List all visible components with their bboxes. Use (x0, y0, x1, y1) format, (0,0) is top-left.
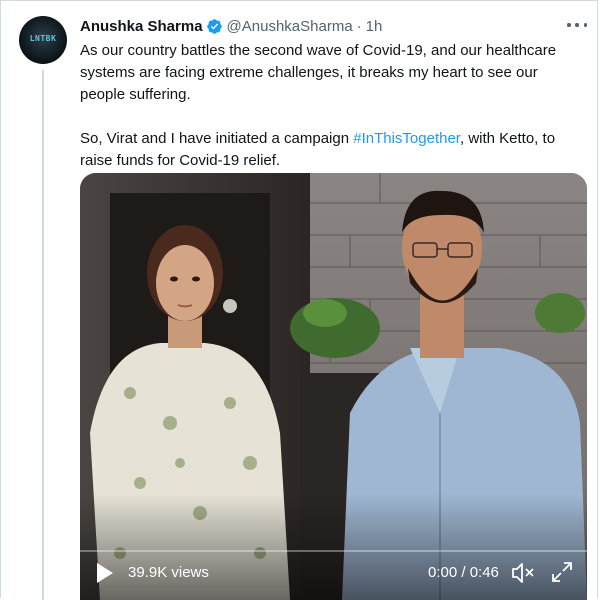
video-controls: 39.9K views 0:00 / 0:46 (80, 550, 587, 600)
video-player[interactable]: 39.9K views 0:00 / 0:46 (80, 173, 587, 600)
more-dot (567, 23, 571, 27)
view-count: 39.9K views (128, 564, 209, 581)
more-dot (575, 23, 579, 27)
avatar-text: LNTBK (29, 34, 57, 43)
hashtag-link[interactable]: #InThisTogether (353, 130, 460, 147)
timestamp[interactable]: 1h (366, 18, 383, 35)
more-dot (583, 23, 587, 27)
video-progress-bar[interactable] (80, 550, 587, 552)
tweet-paragraph-1: As our country battles the second wave o… (80, 42, 557, 103)
video-timecode: 0:00 / 0:46 (428, 564, 499, 581)
avatar[interactable]: LNTBK (19, 16, 67, 64)
play-icon[interactable] (96, 562, 114, 584)
tweet-header: Anushka Sharma @AnushkaSharma · 1h (80, 16, 382, 36)
paragraph-2-lead: So, Virat and I have initiated a campaig… (80, 130, 354, 147)
tweet-text: As our country battles the second wave o… (80, 40, 585, 172)
verified-badge-icon (206, 18, 222, 34)
expand-icon[interactable] (550, 560, 574, 584)
handle[interactable]: @AnushkaSharma (227, 18, 353, 35)
display-name[interactable]: Anushka Sharma (80, 18, 203, 35)
tweet-paragraph-2: So, Virat and I have initiated a campaig… (80, 128, 585, 172)
thread-line (42, 70, 44, 600)
more-options-icon[interactable] (567, 18, 587, 32)
video-frame (80, 173, 587, 600)
separator-dot: · (356, 17, 362, 35)
mute-icon[interactable] (511, 562, 535, 584)
